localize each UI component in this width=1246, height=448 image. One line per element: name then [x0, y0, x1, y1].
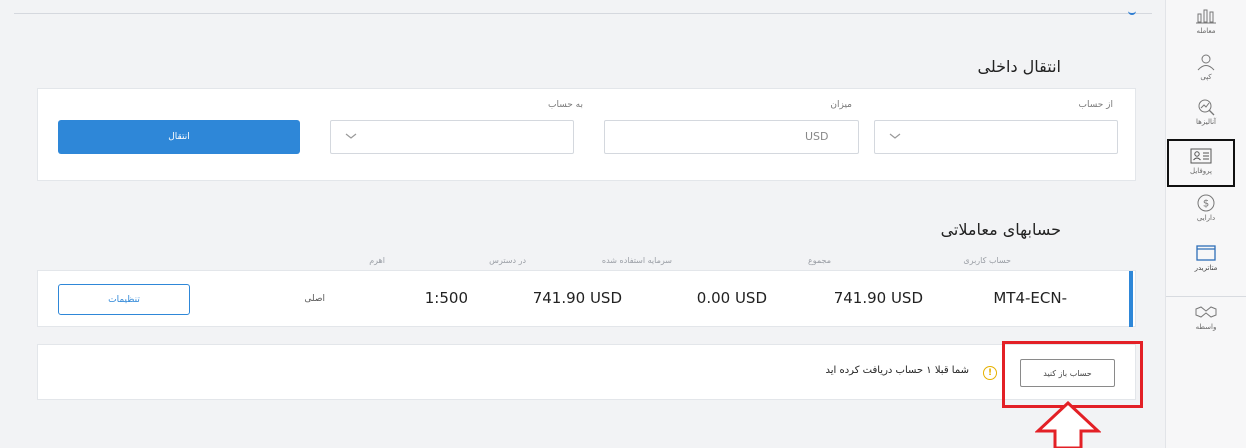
sidebar-item-profile[interactable]: پروفایل: [1167, 139, 1235, 187]
sidebar-item-label: دارایی: [1196, 214, 1216, 222]
from-account-select[interactable]: [874, 120, 1118, 154]
amount-input[interactable]: USD: [604, 120, 859, 154]
notice-text: شما قبلا ۱ حساب دریافت کرده اید: [825, 365, 970, 376]
transfer-card: از حساب میزان USD به حساب انتقال: [37, 88, 1136, 181]
column-header-total: مجموع: [808, 256, 831, 265]
sidebar: معامله کپی آنالیزها پروفایل $ دارایی متا…: [1165, 0, 1246, 448]
account-row: MT4-ECN- 741.90 USD 0.00 USD 741.90 USD …: [37, 270, 1136, 327]
sidebar-item-label: متاتریدر: [1194, 264, 1218, 272]
notice-card: حساب باز کنید ! شما قبلا ۱ حساب دریافت ک…: [37, 344, 1136, 400]
chevron-down-icon: [889, 133, 901, 139]
main-content: انتقال داخلی از حساب میزان USD به حساب ا…: [0, 0, 1165, 448]
column-header-leverage: اهرم: [369, 256, 385, 265]
to-account-label: به حساب: [548, 100, 583, 110]
trade-icon: [1196, 9, 1216, 24]
sidebar-item-assets[interactable]: $ دارایی: [1166, 194, 1246, 238]
to-account-select[interactable]: [330, 120, 574, 154]
sidebar-item-metatrader[interactable]: متاتریدر: [1166, 244, 1246, 288]
warning-icon: !: [983, 366, 997, 380]
copy-icon: [1197, 54, 1215, 71]
sidebar-item-label: آنالیزها: [1196, 118, 1216, 126]
sidebar-item-copy[interactable]: کپی: [1166, 53, 1246, 97]
column-header-account: حساب کاربری: [963, 256, 1011, 265]
amount-currency: USD: [805, 130, 829, 143]
top-indicator: [1128, 5, 1136, 15]
amount-label: میزان: [830, 100, 852, 110]
account-used: 0.00 USD: [696, 289, 767, 307]
top-divider: [14, 13, 1152, 14]
metatrader-icon: [1196, 245, 1216, 261]
sidebar-item-analysis[interactable]: آنالیزها: [1166, 98, 1246, 142]
account-settings-button[interactable]: تنظیمات: [58, 284, 190, 315]
profile-icon: [1190, 148, 1212, 164]
arrow-up-icon: [1035, 401, 1101, 448]
sidebar-item-partner[interactable]: واسطه: [1166, 296, 1246, 343]
account-available: 741.90 USD: [532, 289, 622, 307]
column-header-used: سرمایه استفاده شده: [601, 256, 672, 265]
dollar-icon: $: [1197, 194, 1215, 212]
account-row-accent: [1129, 271, 1133, 327]
svg-text:$: $: [1203, 199, 1209, 210]
sidebar-item-label: کپی: [1200, 73, 1212, 81]
accounts-title: حسابهای معاملاتی: [940, 220, 1061, 239]
chevron-down-icon: [345, 133, 357, 139]
account-leverage: 1:500: [424, 289, 468, 307]
highlight-box: [1002, 341, 1143, 408]
from-account-label: از حساب: [1078, 100, 1113, 110]
partner-icon: [1195, 306, 1217, 318]
column-header-available: در دسترس: [489, 256, 526, 265]
transfer-button[interactable]: انتقال: [58, 120, 300, 154]
sidebar-item-label: معامله: [1196, 27, 1216, 35]
sidebar-item-label: پروفایل: [1190, 167, 1212, 175]
account-type: اصلی: [304, 294, 325, 304]
analysis-icon: [1198, 99, 1215, 116]
account-id: MT4-ECN-: [993, 289, 1067, 307]
account-total: 741.90 USD: [833, 289, 923, 307]
sidebar-item-trade[interactable]: معامله: [1166, 7, 1246, 51]
transfer-title: انتقال داخلی: [977, 57, 1062, 76]
sidebar-item-label: واسطه: [1195, 323, 1217, 331]
